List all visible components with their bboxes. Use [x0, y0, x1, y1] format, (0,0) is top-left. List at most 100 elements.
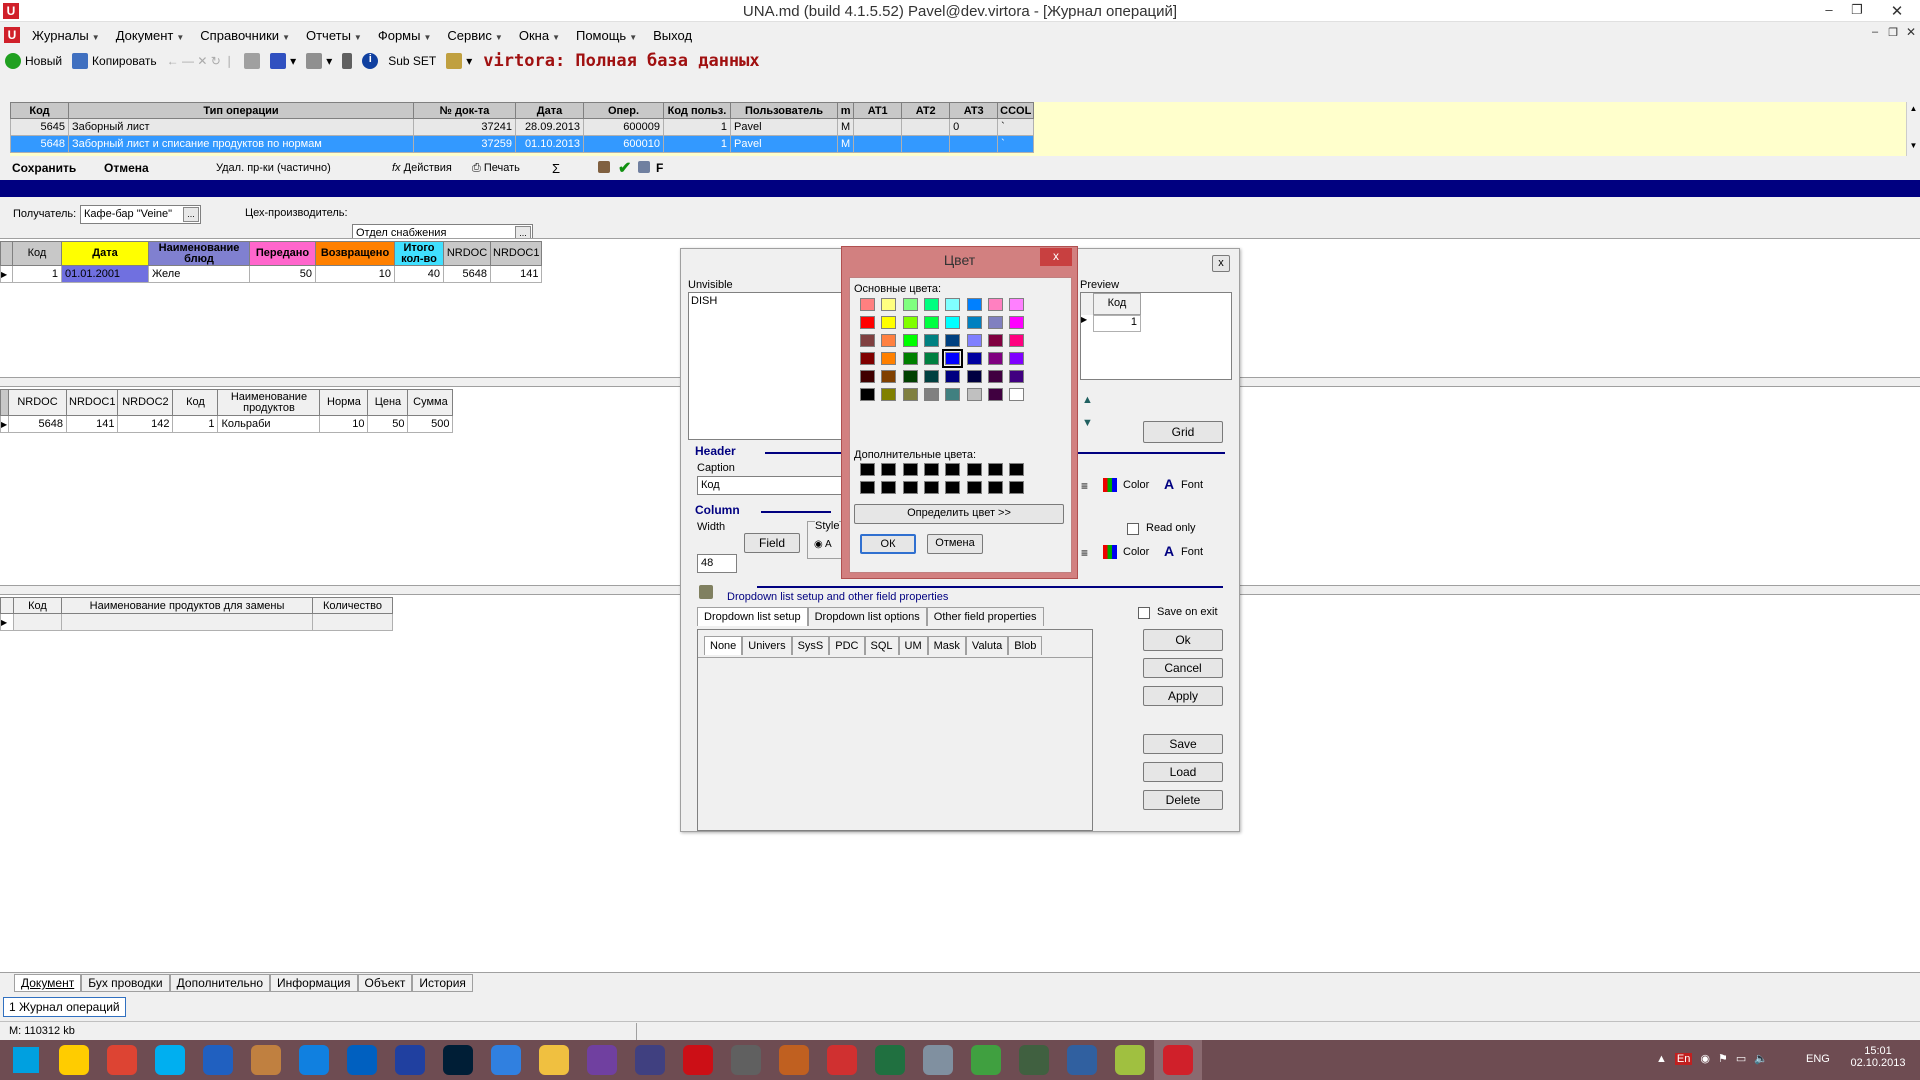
table-cell[interactable]: Pavel — [730, 135, 838, 153]
table-cell[interactable]: 01.10.2013 — [515, 135, 584, 153]
column-header[interactable]: AT2 — [901, 102, 951, 119]
column-header[interactable]: Код — [12, 241, 62, 266]
column-header[interactable]: NRDOC1 — [65, 389, 119, 416]
minimize-icon[interactable]: – — [1818, 2, 1840, 20]
chrome-icon[interactable] — [98, 1040, 146, 1080]
table-cell[interactable]: 600010 — [583, 135, 664, 153]
table-cell[interactable]: Желе — [148, 265, 250, 283]
sigma-button[interactable]: Σ — [552, 161, 598, 176]
table-cell[interactable]: 142 — [117, 415, 174, 433]
column-header[interactable]: NRDOC1 — [489, 241, 543, 266]
column-header[interactable]: Сумма — [407, 389, 454, 416]
save-on-exit-checkbox[interactable] — [1138, 607, 1150, 619]
sphere-icon[interactable] — [626, 1040, 674, 1080]
move-up-icon[interactable]: ▲ — [1082, 394, 1093, 406]
grid-button[interactable]: Grid — [1143, 421, 1223, 443]
table-cell[interactable]: 37259 — [413, 135, 516, 153]
calc-icon[interactable] — [338, 1040, 386, 1080]
tools-button[interactable]: ▾ — [441, 53, 477, 69]
delete-partial-button[interactable]: Удал. пр-ки (частично) — [216, 162, 392, 174]
table-row[interactable]: ▶ — [0, 613, 393, 631]
table-cell[interactable]: 0 — [949, 118, 999, 136]
dropdown-subtab[interactable]: SysS — [791, 636, 830, 655]
settings-tab[interactable]: Dropdown list options — [807, 607, 927, 626]
table-cell[interactable]: 5645 — [10, 118, 69, 136]
column-header[interactable]: Передано — [249, 241, 316, 266]
table-cell[interactable] — [901, 118, 951, 136]
table-cell[interactable]: M — [836, 135, 855, 153]
network-icon[interactable] — [914, 1040, 962, 1080]
acrobat-icon[interactable] — [818, 1040, 866, 1080]
table-cell[interactable]: Кольраби — [217, 415, 321, 433]
table-cell[interactable]: Заборный лист — [68, 118, 414, 136]
subset-button[interactable]: Sub SET — [383, 54, 441, 68]
table-cell[interactable] — [901, 135, 951, 153]
table-row[interactable]: ▶ 5648 141 142 1 Кольраби 10 50 500 — [0, 415, 454, 433]
table-cell[interactable]: 01.01.2001 — [61, 265, 149, 283]
dropdown-setup-link[interactable]: Dropdown list setup and other field prop… — [727, 591, 948, 603]
header-color-button[interactable]: Color — [1123, 479, 1149, 491]
archicad-icon[interactable] — [50, 1040, 98, 1080]
keyboard-language[interactable]: ENG — [1806, 1053, 1830, 1065]
teamviewer-icon[interactable] — [290, 1040, 338, 1080]
menu-item[interactable]: Документ ▼ — [108, 28, 193, 43]
copy-button[interactable]: Копировать — [67, 53, 162, 69]
column-header[interactable]: Код — [13, 597, 62, 614]
document-tab[interactable]: Объект — [357, 974, 413, 992]
custom-color-swatch[interactable] — [881, 481, 897, 494]
opera-icon[interactable] — [674, 1040, 722, 1080]
dropdown-subtab[interactable]: UM — [898, 636, 928, 655]
table-cell[interactable]: 1 — [12, 265, 62, 283]
photoshop-icon[interactable] — [434, 1040, 482, 1080]
custom-color-swatch[interactable] — [945, 481, 961, 494]
table-cell[interactable] — [853, 118, 903, 136]
table-cell[interactable]: 500 — [407, 415, 454, 433]
dropdown-subtab[interactable]: None — [704, 636, 743, 655]
excel-icon[interactable] — [866, 1040, 914, 1080]
table-cell[interactable]: 141 — [489, 265, 543, 283]
column-header[interactable]: Код — [172, 389, 219, 416]
column-header[interactable]: Код — [10, 102, 69, 119]
color-close-button[interactable]: x — [1040, 248, 1072, 266]
header-align-icon[interactable]: ≡ — [1081, 479, 1088, 493]
document-tab[interactable]: История — [412, 974, 473, 992]
custom-color-swatch[interactable] — [945, 463, 961, 476]
cancel-settings-button[interactable]: Cancel — [1143, 658, 1223, 678]
f-button[interactable]: F — [656, 161, 663, 175]
document-tab[interactable]: Бух проводки — [81, 974, 170, 992]
frog-icon[interactable] — [1106, 1040, 1154, 1080]
settings-tab[interactable]: Dropdown list setup — [697, 607, 808, 626]
virtualbox-icon[interactable] — [1058, 1040, 1106, 1080]
actions-button[interactable]: fx Действия — [392, 162, 472, 174]
dropdown-subtab[interactable]: Mask — [927, 636, 966, 655]
custom-color-swatch[interactable] — [902, 481, 918, 494]
color-cancel-button[interactable]: Отмена — [927, 534, 983, 554]
globe-icon[interactable] — [770, 1040, 818, 1080]
table-cell[interactable]: 10 — [315, 265, 395, 283]
custom-color-swatch[interactable] — [923, 481, 939, 494]
dropdown-subtab[interactable]: Univers — [742, 636, 792, 655]
caption-input[interactable]: Код — [697, 476, 847, 495]
table-cell[interactable]: 5648 — [8, 415, 67, 433]
table-cell[interactable]: 5648 — [443, 265, 491, 283]
folder-icon[interactable] — [530, 1040, 578, 1080]
menu-app-icon[interactable]: U — [4, 27, 20, 43]
una-icon[interactable] — [1154, 1040, 1202, 1080]
document-tab[interactable]: Дополнительно — [169, 974, 271, 992]
custom-color-swatch[interactable] — [1009, 481, 1025, 494]
width-input[interactable]: 48 — [697, 554, 737, 573]
read-only-checkbox[interactable] — [1127, 523, 1139, 535]
table-cell[interactable]: 40 — [394, 265, 444, 283]
column-header[interactable]: Тип операции — [68, 102, 414, 119]
clock[interactable]: 15:01 02.10.2013 — [1848, 1045, 1908, 1069]
table-cell[interactable]: ` — [997, 135, 1035, 153]
table-cell[interactable]: 1 — [172, 415, 219, 433]
apply-button[interactable]: Apply — [1143, 686, 1223, 706]
list-item[interactable]: DISH — [691, 295, 845, 307]
winamp-icon[interactable] — [482, 1040, 530, 1080]
tray-flag-icon[interactable]: ⚑ — [1718, 1052, 1728, 1065]
dropdown-subtab[interactable]: PDC — [829, 636, 865, 655]
delete-button[interactable]: Delete — [1143, 790, 1223, 810]
document-tab[interactable]: Информация — [270, 974, 358, 992]
column-header[interactable]: Итого кол-во — [394, 241, 444, 266]
